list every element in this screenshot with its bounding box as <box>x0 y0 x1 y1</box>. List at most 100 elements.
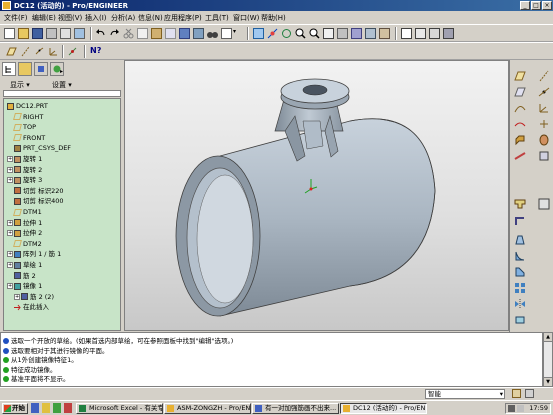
email-attach-icon[interactable] <box>74 28 85 39</box>
tree-item[interactable]: DTM2 <box>13 240 42 249</box>
tree-item[interactable]: + 阵列 1 / 筋 1 <box>7 250 61 259</box>
shell-tool-icon[interactable] <box>538 198 550 210</box>
sketch-tool-icon[interactable] <box>514 86 526 98</box>
layers-icon[interactable] <box>365 28 376 39</box>
open-folder-icon[interactable] <box>18 28 29 39</box>
tree-item[interactable]: + 旋转 1 <box>7 155 42 164</box>
start-button[interactable]: 开始 <box>2 403 28 414</box>
paste-icon[interactable] <box>151 28 162 39</box>
saved-views-icon[interactable] <box>351 28 362 39</box>
select-box-icon[interactable] <box>221 28 232 39</box>
csys-tool-icon[interactable] <box>538 102 550 114</box>
expand-icon[interactable]: + <box>7 156 13 162</box>
menu-tools[interactable]: 工具(T) <box>205 13 229 23</box>
taskbar-item-asm[interactable]: ASM-ZONGZH - Pro/ENGI... <box>164 403 251 414</box>
csys-toggle-icon[interactable] <box>48 46 59 57</box>
status-icon[interactable] <box>512 389 521 398</box>
context-help-icon[interactable]: N? <box>90 46 101 57</box>
menu-applications[interactable]: 应用程序(P) <box>164 13 202 23</box>
spin-center-icon[interactable] <box>267 28 278 39</box>
menu-window[interactable]: 窗口(W) <box>233 13 259 23</box>
save-icon[interactable] <box>32 28 43 39</box>
status-icon-2[interactable] <box>525 389 534 398</box>
menu-file[interactable]: 文件(F) <box>4 13 28 23</box>
close-button[interactable]: × <box>542 1 552 10</box>
revolve-tool-icon[interactable] <box>538 134 550 146</box>
repaint-icon[interactable] <box>253 28 264 39</box>
model-graphic[interactable] <box>125 61 509 331</box>
menu-analysis[interactable]: 分析(A) <box>111 13 135 23</box>
tree-item[interactable]: TOP <box>13 123 36 132</box>
expand-icon[interactable]: + <box>7 230 13 237</box>
mirror-tool-icon[interactable] <box>514 298 526 310</box>
shading-icon[interactable] <box>443 28 454 39</box>
expand-icon[interactable]: + <box>7 283 13 290</box>
zoom-out-icon[interactable] <box>309 28 320 39</box>
datum-axis-tool-icon[interactable] <box>538 70 550 82</box>
settings-dropdown[interactable]: 设置 ▾ <box>52 80 72 89</box>
scroll-up-button[interactable]: ▲ <box>544 333 552 342</box>
proe-app-icon[interactable] <box>2 1 11 10</box>
datum-plane-toggle-icon[interactable] <box>6 46 17 57</box>
paste-special-icon[interactable] <box>165 28 176 39</box>
maximize-button[interactable]: □ <box>531 1 541 10</box>
expand-icon[interactable]: + <box>7 166 13 173</box>
tab-favorites[interactable] <box>34 62 48 76</box>
scroll-down-button[interactable]: ▼ <box>544 377 552 386</box>
view-manager-icon[interactable] <box>379 28 390 39</box>
tree-item[interactable]: + 草绘 1 <box>7 261 42 270</box>
no-hidden-icon[interactable] <box>429 28 440 39</box>
tab-folder-browser[interactable] <box>18 62 32 76</box>
blend-tool-icon[interactable] <box>538 150 550 162</box>
quicklaunch-app-icon[interactable] <box>64 403 72 413</box>
refit-icon[interactable] <box>323 28 334 39</box>
spin-center-toggle-icon[interactable] <box>67 46 78 57</box>
tree-item[interactable]: 筋 2 <box>14 272 36 281</box>
expand-icon[interactable]: + <box>7 251 13 258</box>
hole-tool-icon[interactable] <box>514 198 526 210</box>
quicklaunch-desktop-icon[interactable] <box>42 403 50 413</box>
pattern-tool-icon[interactable] <box>514 282 526 294</box>
chamfer-tool-icon[interactable] <box>514 266 526 278</box>
round-tool-icon[interactable] <box>514 250 526 262</box>
tree-item[interactable]: + 筋 2 (2) <box>14 293 54 302</box>
email-icon[interactable] <box>60 28 71 39</box>
undo-icon[interactable] <box>95 28 106 39</box>
tree-item[interactable]: + 旋转 2 <box>7 166 42 175</box>
tree-item[interactable]: + 旋转 3 <box>7 176 42 185</box>
tree-item[interactable]: DTM1 <box>13 208 42 217</box>
tree-item[interactable]: + 镜像 1 <box>7 282 42 291</box>
regenerate-icon[interactable] <box>179 28 190 39</box>
minimize-button[interactable]: _ <box>520 1 530 10</box>
offset-tool-icon[interactable] <box>538 118 550 130</box>
tree-item[interactable]: PRT_CSYS_DEF <box>14 144 71 153</box>
datum-axis-toggle-icon[interactable] <box>20 46 31 57</box>
binoculars-icon[interactable] <box>207 28 218 39</box>
tab-model-tree[interactable] <box>2 62 16 76</box>
redo-icon[interactable] <box>109 28 120 39</box>
taskbar-item-excel[interactable]: Microsoft Excel - 有关专... <box>76 403 163 414</box>
expand-icon[interactable]: + <box>7 219 13 226</box>
expand-icon[interactable]: + <box>14 293 20 300</box>
graphics-window[interactable] <box>124 60 509 331</box>
menu-help[interactable]: 帮助(H) <box>261 13 286 23</box>
datum-point-tool-icon[interactable] <box>538 86 550 98</box>
show-dropdown[interactable]: 显示 ▾ <box>10 80 30 89</box>
copy-icon[interactable] <box>137 28 148 39</box>
rib-tool-icon[interactable] <box>514 215 526 227</box>
extrude-tool-icon[interactable] <box>514 134 526 146</box>
expand-icon[interactable]: + <box>7 177 13 184</box>
menu-insert[interactable]: 插入(I) <box>85 13 107 23</box>
menu-info[interactable]: 信息(N) <box>138 13 163 23</box>
chevron-right-icon[interactable]: ▸ <box>60 68 63 75</box>
tree-item[interactable]: 切剪 标识400 <box>14 197 63 206</box>
draft-tool-icon[interactable] <box>514 234 526 246</box>
reorient-icon[interactable] <box>337 28 348 39</box>
hidden-line-icon[interactable] <box>415 28 426 39</box>
tray-network-icon[interactable] <box>508 405 515 412</box>
sweep-tool-icon[interactable] <box>514 150 526 162</box>
tree-item[interactable]: RIGHT <box>13 113 43 122</box>
taskbar-item-browser[interactable]: 有一对加强筋画不出来... <box>252 403 339 414</box>
datum-plane-tool-icon[interactable] <box>514 70 526 82</box>
find-icon[interactable] <box>193 28 204 39</box>
